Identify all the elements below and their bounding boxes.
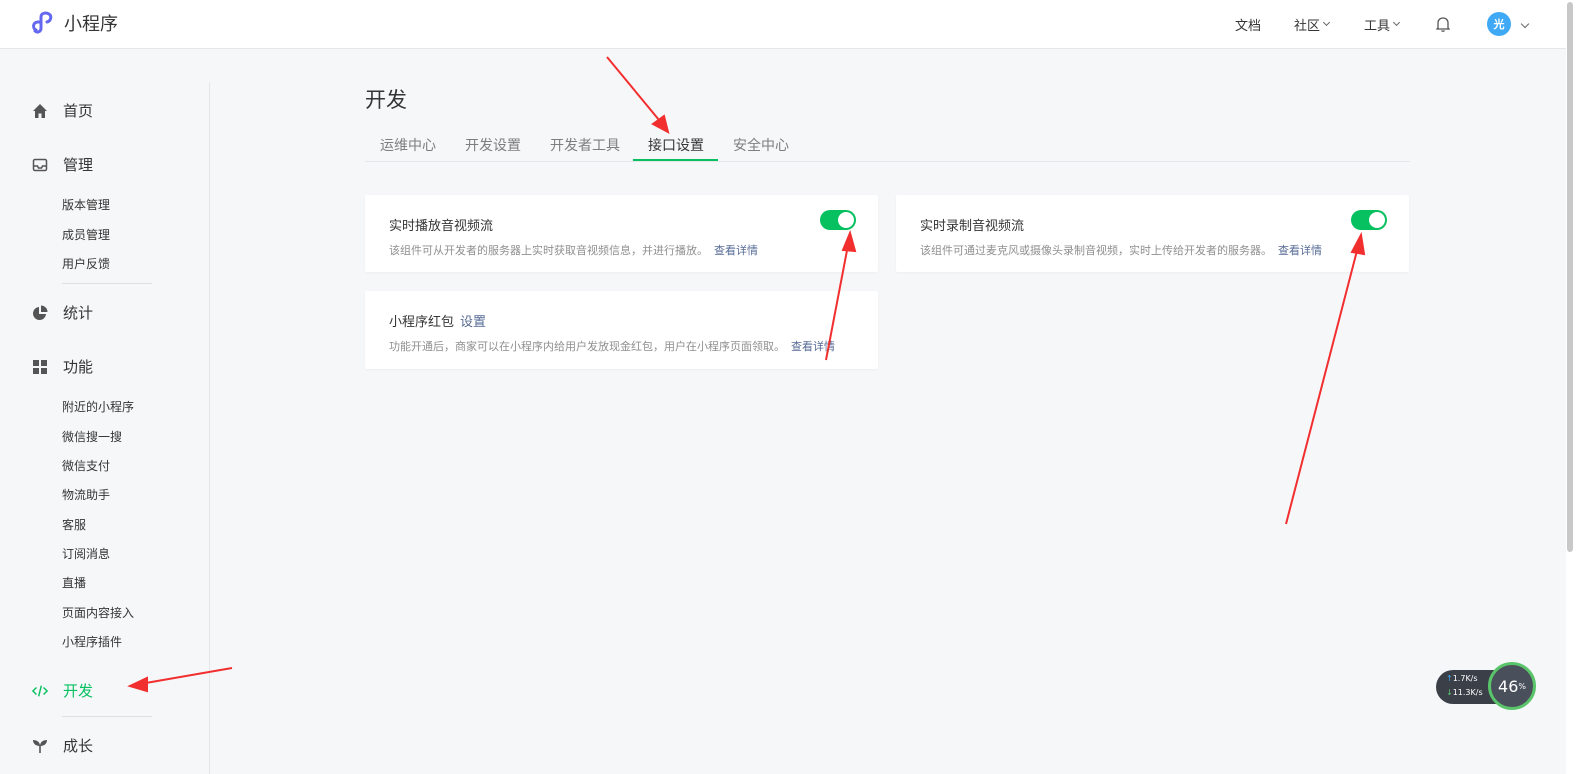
logo[interactable]: 小程序 (30, 10, 118, 36)
card-description-text: 该组件可从开发者的服务器上实时获取音视频信息，并进行播放。 (389, 244, 708, 257)
upload-unit: K/s (1465, 674, 1478, 683)
tab-bar: 运维中心 开发设置 开发者工具 接口设置 安全中心 (365, 127, 1410, 162)
card-description-text: 该组件可通过麦克风或摄像头录制音视频，实时上传给开发者的服务器。 (920, 244, 1272, 257)
sidebar-item-version-manage[interactable]: 版本管理 (62, 196, 110, 213)
avatar-text: 光 (1493, 18, 1505, 31)
sidebar-item-label: 统计 (63, 304, 94, 322)
nav-community-label: 社区 (1294, 19, 1321, 34)
chevron-down-icon (1392, 18, 1401, 27)
card-live-pusher: 实时录制音视频流 该组件可通过麦克风或摄像头录制音视频，实时上传给开发者的服务器… (896, 195, 1409, 272)
sidebar-item-customer-service[interactable]: 客服 (62, 516, 86, 533)
upload-value: 1.7 (1452, 674, 1466, 683)
download-speed: ↓11.3K/s (1446, 688, 1483, 697)
sidebar-item-label: 开发 (63, 682, 94, 700)
download-value: 11.3 (1452, 688, 1471, 697)
tab-active-indicator (633, 159, 718, 161)
download-unit: K/s (1470, 688, 1483, 697)
sidebar-item-stats[interactable]: 统计 (32, 302, 93, 323)
nav-tools-label: 工具 (1364, 19, 1391, 34)
card-description: 功能开通后，商家可以在小程序内给用户发放现金红包，用户在小程序页面领取。 查看详情 (389, 338, 835, 354)
tab-ops-center[interactable]: 运维中心 (380, 135, 436, 155)
sidebar-item-subscribe-message[interactable]: 订阅消息 (62, 545, 110, 562)
sidebar-item-page-content[interactable]: 页面内容接入 (62, 604, 134, 621)
sidebar-item-live[interactable]: 直播 (62, 574, 86, 591)
divider (62, 716, 152, 717)
code-icon (32, 683, 48, 699)
pie-chart-icon (32, 305, 48, 321)
toggle-knob (838, 212, 854, 228)
up-arrow-icon: ↑ (1446, 674, 1453, 683)
card-red-packet: 小程序红包 设置 功能开通后，商家可以在小程序内给用户发放现金红包，用户在小程序页… (365, 291, 878, 369)
sidebar-item-member-manage[interactable]: 成员管理 (62, 226, 110, 243)
sidebar-item-nearby[interactable]: 附近的小程序 (62, 398, 134, 415)
sidebar-item-develop[interactable]: 开发 (32, 680, 93, 701)
toggle-knob (1369, 212, 1385, 228)
usage-percent-unit: % (1518, 681, 1526, 691)
card-description-text: 功能开通后，商家可以在小程序内给用户发放现金红包，用户在小程序页面领取。 (389, 340, 785, 353)
tab-interface-settings[interactable]: 接口设置 (648, 135, 704, 155)
sidebar-item-user-feedback[interactable]: 用户反馈 (62, 255, 110, 272)
live-player-toggle[interactable] (820, 210, 856, 230)
sidebar-item-features[interactable]: 功能 (32, 356, 93, 377)
nav-docs-label: 文档 (1235, 19, 1262, 34)
card-title: 小程序红包 设置 (389, 311, 486, 330)
annotation-arrows (127, 56, 1366, 693)
sidebar-item-growth[interactable]: 成长 (32, 735, 93, 756)
scrollbar-thumb[interactable] (1567, 2, 1573, 552)
sidebar-item-logistics[interactable]: 物流助手 (62, 486, 110, 503)
card-live-player: 实时播放音视频流 该组件可从开发者的服务器上实时获取音视频信息，并进行播放。 查看… (365, 195, 878, 272)
sidebar: 首页 管理 版本管理 成员管理 用户反馈 统计 功能 附近的小程序 微信搜一搜 … (0, 82, 210, 774)
avatar[interactable]: 光 (1487, 12, 1511, 36)
bell-icon[interactable] (1436, 16, 1450, 32)
usage-percent: 46 (1498, 676, 1519, 696)
chevron-down-icon[interactable] (1520, 19, 1530, 29)
live-pusher-toggle[interactable] (1351, 210, 1387, 230)
home-icon (32, 103, 48, 119)
tab-dev-tools[interactable]: 开发者工具 (550, 135, 620, 155)
view-details-link[interactable]: 查看详情 (714, 244, 758, 257)
annotation-arrow (1285, 242, 1360, 525)
upload-speed: ↑1.7K/s (1446, 674, 1478, 683)
nav-community[interactable]: 社区 (1294, 15, 1331, 34)
view-details-link[interactable]: 查看详情 (1278, 244, 1322, 257)
inbox-icon (32, 157, 48, 173)
card-title: 实时播放音视频流 (389, 219, 494, 234)
sidebar-item-search[interactable]: 微信搜一搜 (62, 428, 122, 445)
nav-docs[interactable]: 文档 (1235, 15, 1261, 34)
mini-program-logo-icon (32, 11, 53, 34)
sidebar-item-plugins[interactable]: 小程序插件 (62, 633, 122, 650)
sidebar-item-label: 成长 (63, 737, 94, 755)
tab-security-center[interactable]: 安全中心 (733, 135, 789, 155)
sprout-icon (32, 738, 48, 754)
nav-tools[interactable]: 工具 (1364, 15, 1401, 34)
sidebar-item-label: 首页 (63, 102, 94, 120)
sidebar-item-pay[interactable]: 微信支付 (62, 457, 110, 474)
view-details-link[interactable]: 查看详情 (791, 340, 835, 353)
page-title: 开发 (365, 88, 407, 112)
app-title: 小程序 (64, 14, 118, 35)
card-description: 该组件可从开发者的服务器上实时获取音视频信息，并进行播放。 查看详情 (389, 242, 758, 258)
annotation-arrow (606, 56, 665, 127)
divider (62, 283, 152, 284)
network-speed-widget[interactable]: ↑1.7K/s ↓11.3K/s 46% (1436, 662, 1536, 712)
sidebar-item-label: 功能 (63, 358, 94, 376)
card-description: 该组件可通过麦克风或摄像头录制音视频，实时上传给开发者的服务器。 查看详情 (920, 242, 1322, 258)
grid-icon (32, 359, 48, 375)
top-bar: 小程序 文档 社区 工具 光 (0, 0, 1566, 49)
card-title: 实时录制音视频流 (920, 219, 1025, 234)
usage-percent-circle: 46% (1488, 662, 1536, 710)
sidebar-item-label: 管理 (63, 156, 94, 174)
sidebar-item-manage[interactable]: 管理 (32, 154, 93, 175)
tab-dev-settings[interactable]: 开发设置 (465, 135, 521, 155)
chevron-down-icon (1322, 18, 1331, 27)
sidebar-item-home[interactable]: 首页 (32, 100, 93, 121)
down-arrow-icon: ↓ (1446, 688, 1453, 697)
settings-link[interactable]: 设置 (460, 315, 486, 330)
card-title-text: 小程序红包 (389, 315, 455, 330)
